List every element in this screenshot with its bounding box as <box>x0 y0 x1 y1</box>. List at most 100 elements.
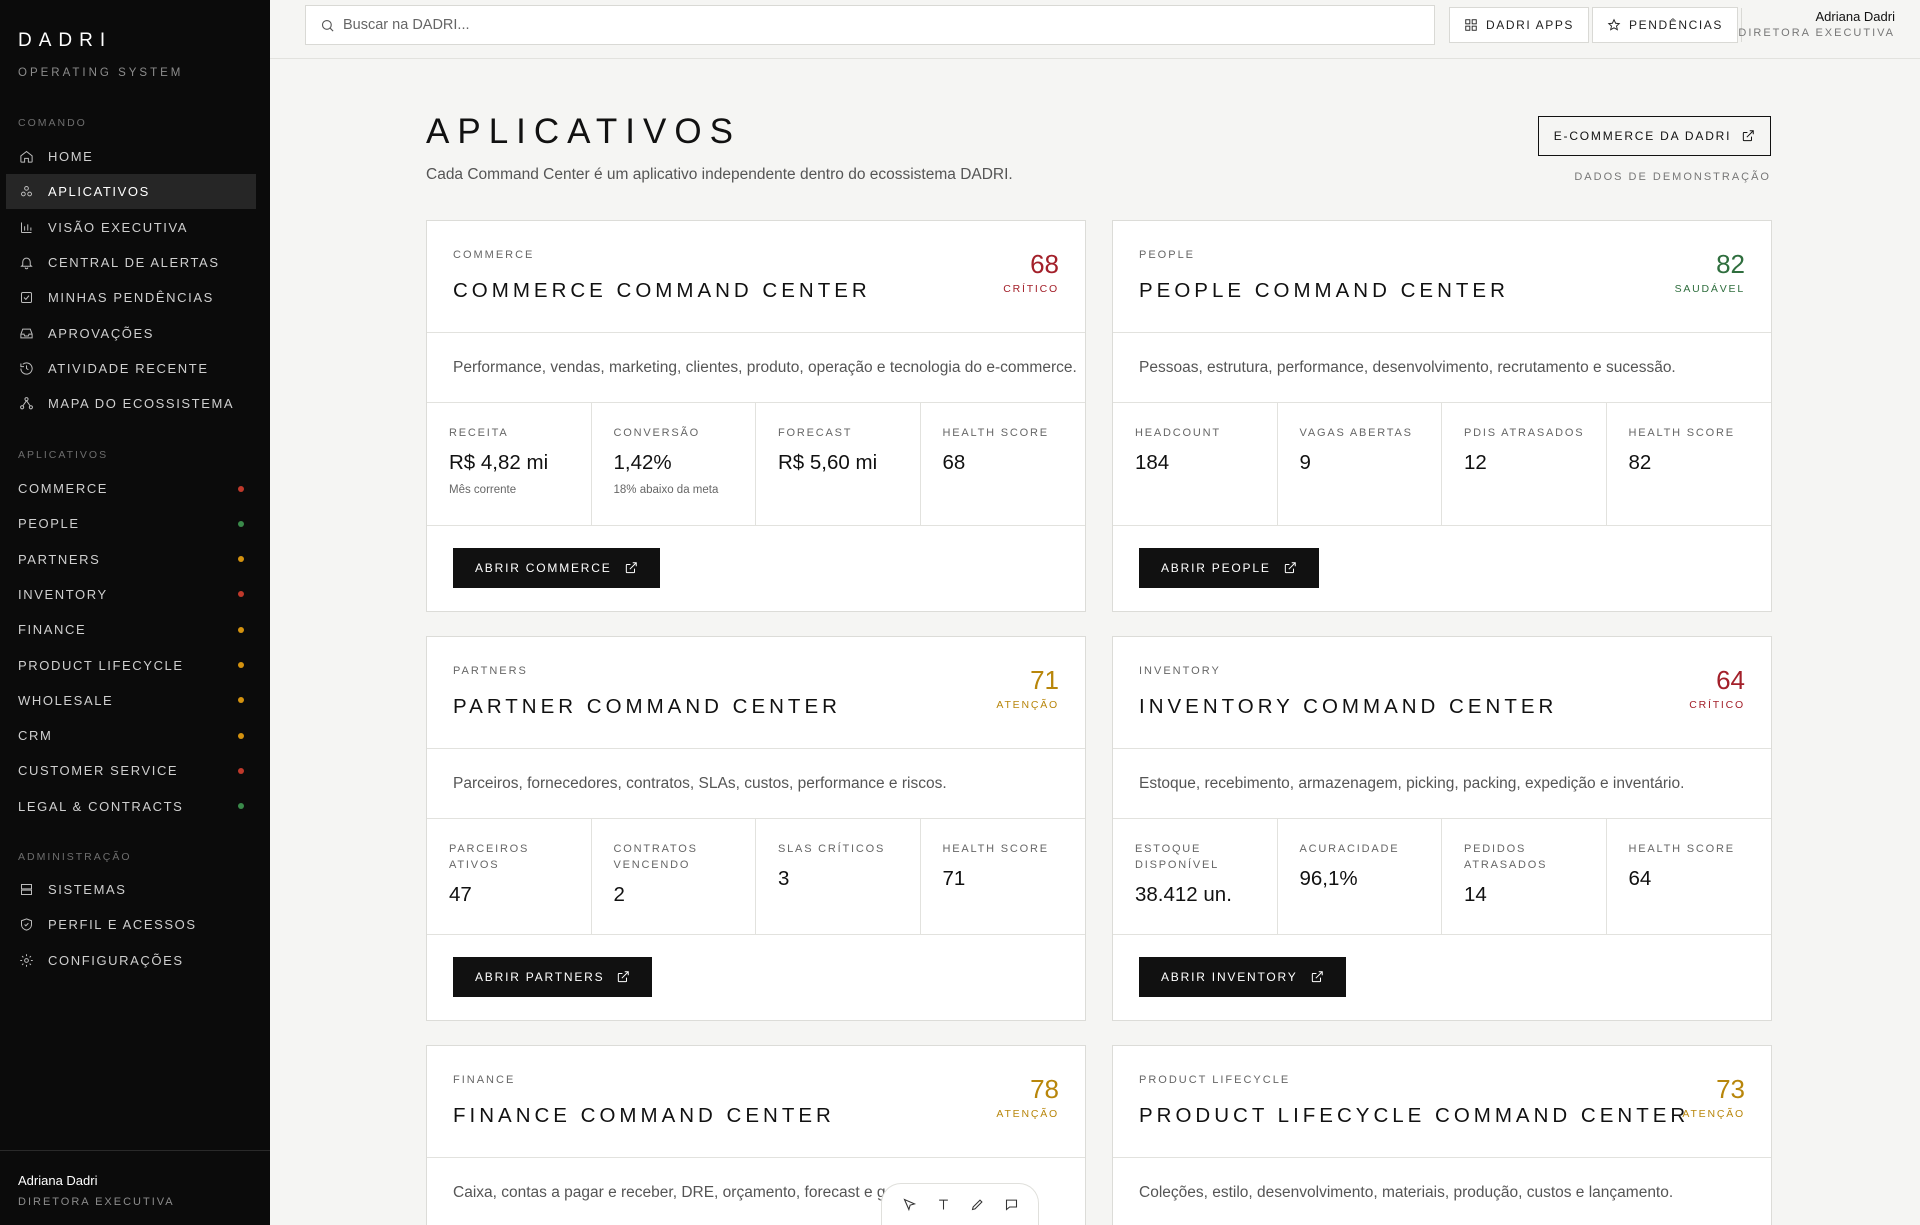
metric-value: 96,1% <box>1299 867 1358 890</box>
sidebar-item-configuracoes[interactable]: CONFIGURAÇÕES <box>6 943 256 978</box>
open-app-label: ABRIR INVENTORY <box>1161 970 1298 984</box>
pendencias-label: PENDÊNCIAS <box>1629 18 1724 32</box>
sidebar-item-sistemas[interactable]: SISTEMAS <box>6 872 256 907</box>
sidebar-user[interactable]: Adriana Dadri DIRETORA EXECUTIVA <box>0 1150 270 1208</box>
status-dot <box>238 662 244 668</box>
sidebar-app-legal-contracts[interactable]: LEGAL & CONTRACTS <box>6 789 256 824</box>
metric-value: 64 <box>1628 867 1652 890</box>
open-app-button[interactable]: ABRIR COMMERCE <box>453 548 660 588</box>
card-score: 71 <box>1030 665 1059 695</box>
brand-logo[interactable]: DADRI <box>18 30 112 52</box>
sidebar-app-label: LEGAL & CONTRACTS <box>18 798 184 814</box>
sidebar-item-home[interactable]: HOME <box>6 139 256 174</box>
open-app-button[interactable]: ABRIR INVENTORY <box>1139 957 1346 997</box>
text-tool-icon[interactable] <box>931 1193 955 1217</box>
sidebar-item-aplicativos[interactable]: APLICATIVOS <box>6 174 256 210</box>
metric: HEALTH SCORE 71 <box>921 819 1086 934</box>
metric-label: ESTOQUE DISPONÍVEL <box>1135 843 1220 871</box>
card-description: Performance, vendas, marketing, clientes… <box>427 333 1085 403</box>
dadri-apps-button[interactable]: DADRI APPS <box>1449 7 1590 43</box>
sidebar-app-commerce[interactable]: COMMERCE <box>6 471 256 506</box>
card-metrics: PARCEIROS ATIVOS 47 CONTRATOS VENCENDO 2 SLA… <box>427 819 1085 935</box>
open-app-button[interactable]: ABRIR PEOPLE <box>1139 548 1319 588</box>
sidebar-app-finance[interactable]: FINANCE <box>6 612 256 647</box>
sidebar-app-crm[interactable]: CRM <box>6 718 256 753</box>
sidebar-item-central-de-alertas[interactable]: CENTRAL DE ALERTAS <box>6 245 256 280</box>
card-metrics: HEADCOUNT 184 VAGAS ABERTAS 9 PDIS ATRASADOS… <box>1113 403 1771 526</box>
sidebar: DADRI OPERATING SYSTEM COMANDO HOME APLIC… <box>0 0 270 1225</box>
sidebar-item-label: HOME <box>48 149 94 164</box>
open-app-label: ABRIR PARTNERS <box>475 970 605 984</box>
metric-value: 9 <box>1299 451 1311 474</box>
card-category: INVENTORY <box>1139 665 1221 677</box>
sidebar-item-label: APLICATIVOS <box>48 184 150 200</box>
select-tool-icon[interactable] <box>897 1193 921 1217</box>
sidebar-item-atividade-recente[interactable]: ATIVIDADE RECENTE <box>6 351 256 386</box>
sidebar-app-customer-service[interactable]: CUSTOMER SERVICE <box>6 753 256 788</box>
sidebar-user-role: DIRETORA EXECUTIVA <box>18 1196 175 1208</box>
search-input[interactable] <box>343 17 1423 33</box>
sidebar-item-minhas-pendencias[interactable]: MINHAS PENDÊNCIAS <box>6 280 256 315</box>
inbox-icon <box>18 325 34 341</box>
open-app-button[interactable]: ABRIR PARTNERS <box>453 957 653 997</box>
metric-label: HEADCOUNT <box>1135 427 1221 439</box>
open-app-label: ABRIR PEOPLE <box>1161 561 1271 575</box>
search-icon <box>321 19 334 32</box>
sidebar-app-wholesale[interactable]: WHOLESALE <box>6 683 256 718</box>
card-header: FINANCE FINANCE COMMAND CENTER 78 ATENÇÃO <box>427 1046 1085 1158</box>
card-status: SAUDÁVEL <box>1674 283 1745 295</box>
sidebar-app-product-lifecycle[interactable]: PRODUCT LIFECYCLE <box>6 648 256 683</box>
comment-tool-icon[interactable] <box>999 1193 1023 1217</box>
pendencias-button[interactable]: PENDÊNCIAS <box>1592 7 1739 43</box>
sidebar-section-apps: APLICATIVOS <box>18 449 109 461</box>
card-footer: ABRIR INVENTORY <box>1113 935 1771 1020</box>
metric-label: HEALTH SCORE <box>942 843 1049 855</box>
card-header: INVENTORY INVENTORY COMMAND CENTER 64 CRÍTI… <box>1113 637 1771 749</box>
card-score: 73 <box>1716 1074 1745 1104</box>
metric-value: 1,42% <box>613 451 672 474</box>
sidebar-item-label: VISÃO EXECUTIVA <box>48 219 189 235</box>
pencil-tool-icon[interactable] <box>965 1193 989 1217</box>
metric-label: FORECAST <box>778 427 853 439</box>
sidebar-item-aprovacoes[interactable]: APROVAÇÕES <box>6 316 256 351</box>
sidebar-item-visao-executiva[interactable]: VISÃO EXECUTIVA <box>6 210 256 245</box>
card-description: Coleções, estilo, desenvolvimento, mater… <box>1113 1158 1771 1225</box>
card-title: COMMERCE COMMAND CENTER <box>453 279 871 302</box>
card-title: PARTNER COMMAND CENTER <box>453 695 841 718</box>
metric: PEDIDOS ATRASADOS 14 <box>1442 819 1607 934</box>
sidebar-app-inventory[interactable]: INVENTORY <box>6 577 256 612</box>
ecommerce-dadri-button[interactable]: E-COMMERCE DA DADRI <box>1538 116 1771 156</box>
card-metrics: ESTOQUE DISPONÍVEL 38.412 un. ACURACIDADE 9… <box>1113 819 1771 935</box>
metric-value: 47 <box>449 883 472 906</box>
grid-icon <box>1465 19 1477 31</box>
card-status: CRÍTICO <box>1689 699 1745 711</box>
status-dot <box>238 626 244 633</box>
card-footer: ABRIR COMMERCE <box>427 526 1085 611</box>
sidebar-item-perfil-e-acessos[interactable]: PERFIL E ACESSOS <box>6 907 256 942</box>
bell-icon <box>18 254 34 270</box>
metric: CONVERSÃO 1,42% 18% abaixo da meta <box>592 403 756 525</box>
sidebar-app-partners[interactable]: PARTNERS <box>6 542 256 577</box>
card-title: PRODUCT LIFECYCLE COMMAND CENTER <box>1139 1104 1690 1127</box>
sidebar-item-label: MAPA DO ECOSSISTEMA <box>48 396 235 412</box>
topbar-user[interactable]: Adriana Dadri DIRETORA EXECUTIVA <box>1738 9 1895 39</box>
metric-note: Mês corrente <box>449 484 517 496</box>
metric-label: HEALTH SCORE <box>942 427 1049 439</box>
page-title: APLICATIVOS <box>426 112 741 151</box>
brand-subtitle: OPERATING SYSTEM <box>18 67 184 79</box>
card-category: COMMERCE <box>453 249 535 261</box>
sidebar-item-mapa-do-ecossistema[interactable]: MAPA DO ECOSSISTEMA <box>6 386 256 421</box>
app-card-people: PEOPLE PEOPLE COMMAND CENTER 82 SAUDÁVEL Pes… <box>1112 220 1772 612</box>
search-box[interactable] <box>305 5 1435 45</box>
sidebar-app-label: WHOLESALE <box>18 692 114 708</box>
status-dot <box>238 485 244 492</box>
metric-value: 71 <box>942 867 966 890</box>
card-footer: ABRIR PEOPLE <box>1113 526 1771 611</box>
metric-label: HEALTH SCORE <box>1628 427 1735 439</box>
sidebar-app-people[interactable]: PEOPLE <box>6 506 256 541</box>
status-dot <box>238 591 244 598</box>
open-app-label: ABRIR COMMERCE <box>475 561 612 575</box>
server-icon <box>18 882 34 898</box>
card-status: ATENÇÃO <box>996 699 1059 711</box>
status-dot <box>238 520 244 527</box>
